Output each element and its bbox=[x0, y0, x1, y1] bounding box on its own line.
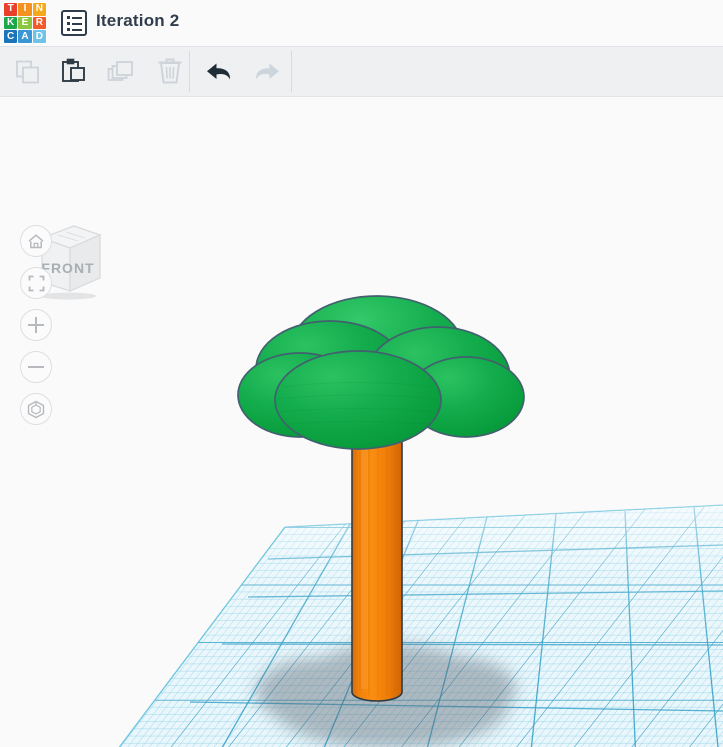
paste-icon bbox=[62, 58, 85, 82]
tinkercad-window: T I N K E R C A D Iteration 2 FRONT bbox=[0, 0, 723, 747]
fit-brackets-icon bbox=[28, 275, 44, 291]
foliage-ellipsoid-front bbox=[274, 350, 442, 450]
undo-arrow-icon bbox=[207, 63, 231, 79]
minus-icon bbox=[28, 359, 44, 375]
toolbar-separator-right bbox=[291, 51, 292, 92]
zoom-out-button[interactable] bbox=[20, 351, 52, 383]
undo-button[interactable] bbox=[196, 47, 244, 96]
logo-tile-N: N bbox=[32, 3, 46, 16]
view-mode-toggle-button[interactable] bbox=[20, 393, 52, 425]
home-view-button[interactable] bbox=[20, 225, 52, 257]
page-title: Iteration 2 bbox=[96, 11, 180, 30]
edit-toolbar bbox=[0, 47, 723, 97]
fit-to-view-button[interactable] bbox=[20, 267, 52, 299]
duplicate-button[interactable] bbox=[98, 47, 146, 96]
zoom-in-button[interactable] bbox=[20, 309, 52, 341]
logo-tile-A: A bbox=[18, 30, 32, 43]
plus-icon bbox=[28, 317, 44, 333]
duplicate-icon bbox=[107, 60, 133, 81]
logo-tile-D: D bbox=[32, 30, 46, 43]
toolbar-separator bbox=[189, 51, 190, 92]
copy-icon bbox=[16, 60, 39, 83]
logo-tile-I: I bbox=[18, 3, 32, 16]
delete-button[interactable] bbox=[146, 47, 194, 96]
top-bar: T I N K E R C A D Iteration 2 bbox=[0, 0, 723, 47]
redo-button[interactable] bbox=[242, 47, 290, 96]
tinkercad-logo[interactable]: T I N K E R C A D bbox=[3, 2, 47, 44]
copy-button[interactable] bbox=[4, 47, 52, 96]
paste-button[interactable] bbox=[50, 47, 98, 96]
3d-viewport[interactable]: FRONT bbox=[0, 97, 723, 747]
logo-tile-C: C bbox=[4, 30, 18, 43]
logo-tile-T: T bbox=[4, 3, 18, 16]
home-icon bbox=[28, 233, 44, 248]
list-menu-icon[interactable] bbox=[61, 10, 87, 36]
tree-trunk[interactable] bbox=[351, 426, 403, 702]
logo-tile-E: E bbox=[18, 16, 32, 30]
redo-arrow-icon bbox=[255, 63, 279, 79]
trash-icon bbox=[158, 58, 182, 83]
logo-tile-R: R bbox=[32, 16, 46, 30]
cube-icon bbox=[27, 400, 45, 418]
logo-tile-K: K bbox=[4, 16, 18, 30]
